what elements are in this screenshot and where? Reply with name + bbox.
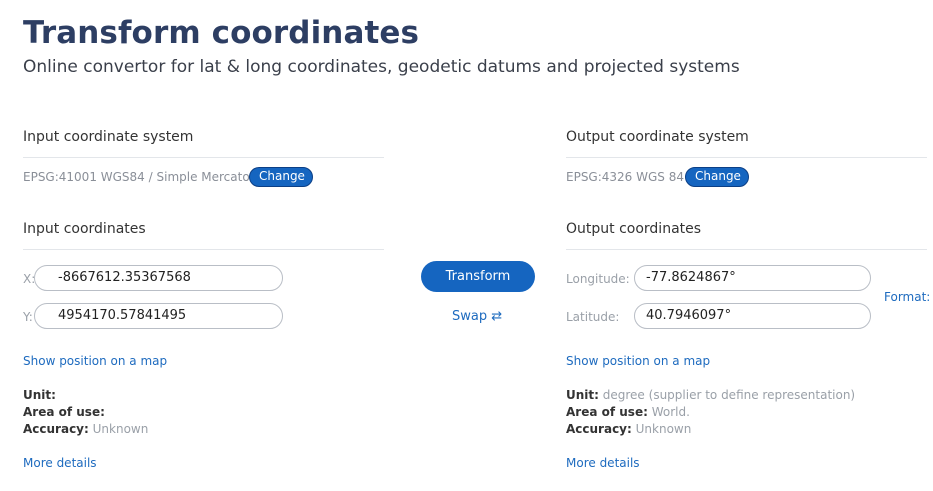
divider bbox=[23, 249, 384, 250]
accuracy-value: Unknown bbox=[635, 422, 692, 436]
longitude-field[interactable]: -77.8624867° bbox=[634, 265, 871, 291]
page-title: Transform coordinates bbox=[23, 15, 420, 51]
divider bbox=[23, 157, 384, 158]
longitude-label: Longitude: bbox=[566, 272, 630, 286]
output-accuracy: Accuracy: Unknown bbox=[566, 422, 691, 436]
output-system-heading: Output coordinate system bbox=[566, 129, 749, 145]
unit-label: Unit: bbox=[23, 388, 56, 402]
output-more-details-link[interactable]: More details bbox=[566, 456, 640, 470]
swap-label: Swap bbox=[452, 309, 488, 324]
area-label: Area of use: bbox=[566, 405, 648, 419]
format-selector[interactable]: Format: d bbox=[884, 290, 933, 304]
swap-icon: ⇄ bbox=[491, 309, 503, 324]
input-coords-heading: Input coordinates bbox=[23, 221, 146, 237]
latitude-field[interactable]: 40.7946097° bbox=[634, 303, 871, 329]
y-label: Y: bbox=[23, 310, 33, 324]
output-unit: Unit: degree (supplier to define represe… bbox=[566, 388, 855, 402]
output-show-map-link[interactable]: Show position on a map bbox=[566, 354, 710, 368]
input-change-button[interactable]: Change bbox=[249, 167, 313, 187]
input-area: Area of use: bbox=[23, 405, 105, 419]
accuracy-value: Unknown bbox=[92, 422, 149, 436]
accuracy-label: Accuracy: bbox=[566, 422, 632, 436]
area-label: Area of use: bbox=[23, 405, 105, 419]
input-system-heading: Input coordinate system bbox=[23, 129, 194, 145]
unit-value: degree (supplier to define representatio… bbox=[602, 388, 856, 402]
input-crs-label: EPSG:41001 WGS84 / Simple Mercator bbox=[23, 170, 255, 184]
latitude-label: Latitude: bbox=[566, 310, 620, 324]
output-change-button[interactable]: Change bbox=[685, 167, 749, 187]
accuracy-label: Accuracy: bbox=[23, 422, 89, 436]
area-value: World. bbox=[651, 405, 690, 419]
unit-label: Unit: bbox=[566, 388, 599, 402]
page-subtitle: Online convertor for lat & long coordina… bbox=[23, 57, 740, 77]
input-more-details-link[interactable]: More details bbox=[23, 456, 97, 470]
output-area: Area of use: World. bbox=[566, 405, 690, 419]
y-input[interactable]: 4954170.57841495 bbox=[34, 303, 283, 329]
output-coords-heading: Output coordinates bbox=[566, 221, 702, 237]
input-show-map-link[interactable]: Show position on a map bbox=[23, 354, 167, 368]
swap-button[interactable]: Swap ⇄ bbox=[452, 309, 502, 324]
input-unit: Unit: bbox=[23, 388, 56, 402]
divider bbox=[566, 157, 927, 158]
divider bbox=[566, 249, 927, 250]
input-accuracy: Accuracy: Unknown bbox=[23, 422, 148, 436]
output-crs-label: EPSG:4326 WGS 84 bbox=[566, 170, 684, 184]
transform-button[interactable]: Transform bbox=[421, 261, 535, 292]
x-input[interactable]: -8667612.35367568 bbox=[34, 265, 283, 291]
